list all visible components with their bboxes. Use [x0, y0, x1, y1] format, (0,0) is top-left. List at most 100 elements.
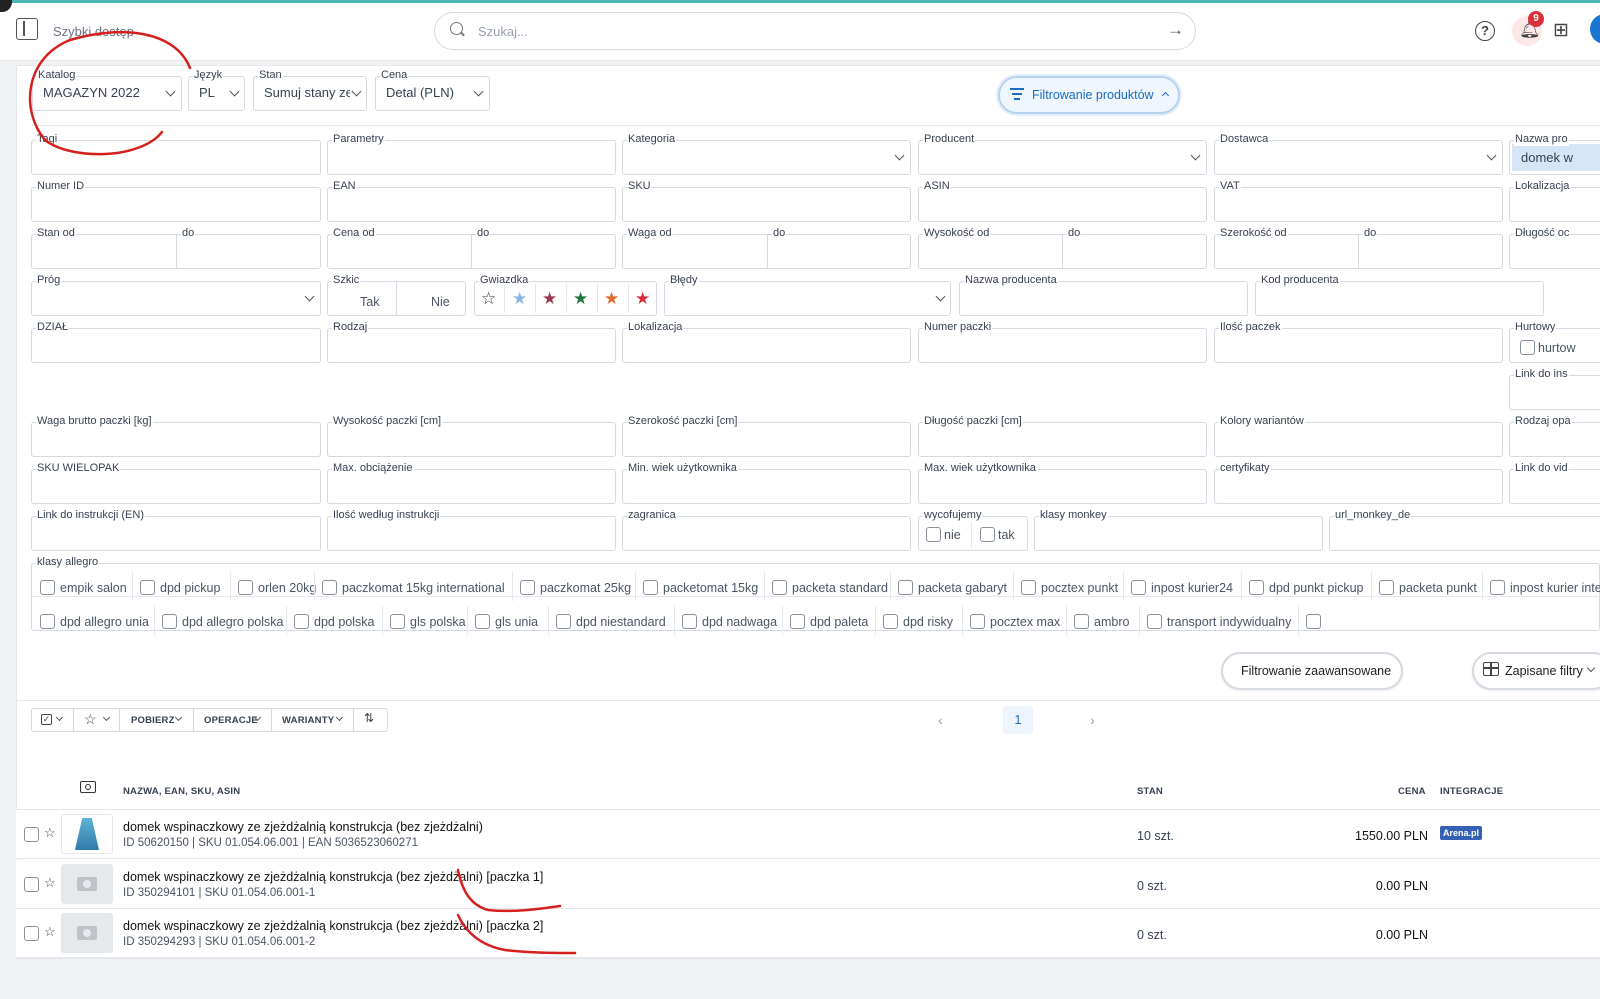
help-icon[interactable]: ? [1475, 21, 1495, 41]
allegro-class-checkbox[interactable] [682, 614, 697, 629]
zagranica-label: zagranica [627, 509, 677, 522]
star-icon[interactable]: ☆ [44, 924, 56, 940]
tagi-field[interactable] [31, 140, 321, 175]
allegro-class-checkbox[interactable] [40, 580, 55, 595]
toggle-divider [396, 281, 397, 316]
klasy-allegro-label: klasy allegro [36, 556, 100, 569]
ean-field[interactable] [327, 187, 616, 222]
allegro-class-checkbox[interactable] [140, 580, 155, 595]
allegro-class-checkbox[interactable] [1131, 580, 1146, 595]
allegro-class-checkbox[interactable] [1490, 580, 1505, 595]
product-name[interactable]: domek wspinaczkowy ze zjeżdżalnią konstr… [123, 919, 543, 933]
sku-wielopak-label: SKU WIELOPAK [36, 462, 121, 475]
select-all-checkbox-icon[interactable]: ✓ [41, 714, 52, 725]
col-header-stan[interactable]: STAN [1137, 786, 1163, 797]
szkic-nie-option[interactable]: Nie [431, 295, 450, 309]
dzial-field[interactable] [31, 328, 321, 363]
sort-icon[interactable]: ⇅ [364, 711, 374, 725]
allegro-class-checkbox[interactable] [475, 614, 490, 629]
allegro-class-label: dpd pickup [160, 581, 221, 595]
allegro-class-label: ambro [1094, 615, 1130, 629]
asin-field[interactable] [918, 187, 1207, 222]
sku-label: SKU [627, 180, 652, 193]
star-outline-icon[interactable]: ☆ [481, 290, 496, 307]
product-name[interactable]: domek wspinaczkowy ze zjeżdżalnią konstr… [123, 820, 483, 834]
allegro-class-checkbox[interactable] [883, 614, 898, 629]
product-name[interactable]: domek wspinaczkowy ze zjeżdżalnią konstr… [123, 870, 543, 884]
star-blue-icon[interactable]: ★ [512, 290, 527, 307]
link-instrukcji-en-label: Link do instrukcji (EN) [36, 509, 145, 522]
quick-access-link[interactable]: Szybki dostęp [53, 24, 134, 39]
allegro-class-checkbox[interactable] [898, 580, 913, 595]
product-price: 0.00 PLN [1375, 928, 1428, 942]
page-1-button[interactable]: 1 [1003, 706, 1033, 734]
lokalizacja-label-top: Lokalizacja [1514, 180, 1571, 193]
star-icon[interactable]: ☆ [44, 875, 56, 891]
hurtowy-label: Hurtowy [1514, 321, 1557, 334]
allegro-class-checkbox[interactable] [556, 614, 571, 629]
jezyk-label: Język [193, 69, 224, 82]
rodzaj-opakowania-label: Rodzaj opa [1514, 415, 1572, 428]
allegro-class-checkbox[interactable] [790, 614, 805, 629]
row-checkbox[interactable] [24, 827, 39, 842]
allegro-divider [132, 572, 133, 601]
stan-label: Stan [258, 69, 283, 82]
allegro-class-checkbox[interactable] [238, 580, 253, 595]
vat-field[interactable] [1214, 187, 1503, 222]
tagi-label: Tagi [36, 133, 59, 146]
pobierz-menu[interactable]: POBIERZ [131, 715, 175, 726]
operacje-menu[interactable]: OPERACJE [204, 715, 258, 726]
star-icon[interactable]: ☆ [44, 825, 56, 841]
allegro-class-checkbox[interactable] [772, 580, 787, 595]
sku-field[interactable] [622, 187, 911, 222]
rodzaj-field[interactable] [327, 328, 616, 363]
szerokosc-do-label: do [1363, 227, 1378, 240]
allegro-class-checkbox[interactable] [643, 580, 658, 595]
allegro-class-checkbox[interactable] [1249, 580, 1264, 595]
allegro-class-checkbox[interactable] [322, 580, 337, 595]
allegro-class-checkbox[interactable] [1379, 580, 1394, 595]
warianty-menu[interactable]: WARIANTY [282, 715, 334, 726]
row-checkbox[interactable] [24, 877, 39, 892]
allegro-class-checkbox[interactable] [40, 614, 55, 629]
allegro-class-checkbox[interactable] [1074, 614, 1089, 629]
col-header-cena[interactable]: CENA [1398, 786, 1426, 797]
cena-do-label: do [476, 227, 491, 240]
allegro-class-checkbox[interactable] [162, 614, 177, 629]
allegro-class-checkbox[interactable] [1306, 614, 1321, 629]
bledy-select[interactable] [664, 281, 951, 316]
allegro-divider [230, 572, 231, 601]
wycofujemy-nie-checkbox[interactable] [926, 527, 941, 542]
product-meta: ID 50620150 | SKU 01.054.06.001 | EAN 50… [123, 837, 418, 849]
star-red-icon[interactable]: ★ [635, 290, 650, 307]
apps-icon[interactable]: ⊞ [1553, 19, 1569, 42]
hurtowy-checkbox[interactable] [1520, 340, 1535, 355]
allegro-class-checkbox[interactable] [390, 614, 405, 629]
star-maroon-icon[interactable]: ★ [542, 290, 557, 307]
wycofujemy-tak-checkbox[interactable] [980, 527, 995, 542]
product-meta: ID 350294101 | SKU 01.054.06.001-1 [123, 887, 316, 899]
allegro-divider [1066, 606, 1067, 635]
ilosc-wg-instrukcji-label: Ilość według instrukcji [332, 509, 441, 522]
allegro-class-checkbox[interactable] [1021, 580, 1036, 595]
prog-select[interactable] [31, 281, 321, 316]
allegro-class-checkbox[interactable] [970, 614, 985, 629]
allegro-divider [782, 606, 783, 635]
search-input[interactable] [478, 20, 1168, 42]
kategoria-label: Kategoria [627, 133, 677, 146]
next-page-icon[interactable]: › [1090, 712, 1095, 728]
prev-page-icon[interactable]: ‹ [938, 712, 943, 728]
star-green-icon[interactable]: ★ [573, 290, 588, 307]
arrow-right-icon[interactable]: → [1167, 20, 1184, 40]
row-checkbox[interactable] [24, 926, 39, 941]
sidebar-toggle-icon[interactable] [16, 18, 38, 40]
col-header-name[interactable]: NAZWA, EAN, SKU, ASIN [123, 786, 240, 797]
allegro-class-checkbox[interactable] [520, 580, 535, 595]
allegro-class-checkbox[interactable] [1147, 614, 1162, 629]
star-filter-icon[interactable]: ☆ [84, 711, 97, 728]
allegro-class-checkbox[interactable] [294, 614, 309, 629]
star-orange-icon[interactable]: ★ [604, 290, 619, 307]
integration-badge[interactable]: Arena.pl [1440, 826, 1483, 840]
szkic-tak-option[interactable]: Tak [360, 295, 379, 309]
allegro-class-label: dpd punkt pickup [1269, 581, 1364, 595]
